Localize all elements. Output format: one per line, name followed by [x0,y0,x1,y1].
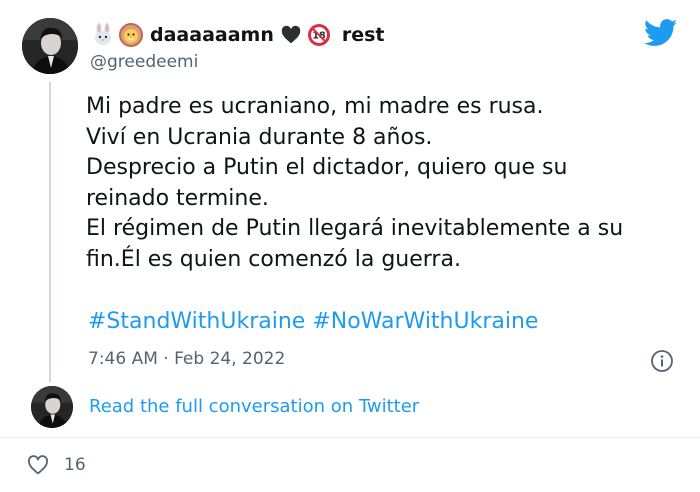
lion-face-icon [118,22,144,48]
no-one-under-eighteen-icon: 18 [306,22,332,48]
hashtags: #StandWithUkraine #NoWarWithUkraine [88,309,538,334]
black-heart-icon [278,22,304,48]
tweet-line: fin.Él es quien comenzó la guerra. [86,246,461,272]
avatar-portrait [31,386,73,428]
tweet-timestamp[interactable]: 7:46 AM · Feb 24, 2022 [88,349,285,369]
tweet-text: Mi padre es ucraniano, mi madre es rusa.… [86,92,686,275]
tweet-line: reinado termine. [86,185,269,211]
tweet-card: daaaaaamn 18 rest @greedeemi Mi padre es… [0,0,700,492]
reply-avatar[interactable] [31,386,73,428]
divider [0,437,700,438]
avatar-portrait [22,18,78,74]
tweet-line: Mi padre es ucraniano, mi madre es rusa. [86,94,544,119]
like-count: 16 [64,455,86,475]
author-avatar[interactable] [22,18,78,74]
rabbit-face-icon [90,22,116,48]
display-name[interactable]: daaaaaamn 18 rest [90,22,385,48]
twitter-bird-icon[interactable] [643,19,678,47]
author-handle[interactable]: @greedeemi [90,52,198,72]
display-name-tail: rest [341,24,385,46]
tweet-line: El régimen de Putin llegará inevitableme… [86,216,624,241]
heart-icon[interactable] [26,453,50,477]
tweet-line: Viví en Ucrania durante 8 años. [86,124,433,150]
thread-line [49,82,51,382]
hashtag-link[interactable]: #NoWarWithUkraine [312,309,538,334]
tweet-line: Desprecio a Putin el dictador, quiero qu… [86,155,568,180]
hashtag-link[interactable]: #StandWithUkraine [88,309,305,334]
read-conversation-link[interactable]: Read the full conversation on Twitter [89,396,419,417]
info-icon[interactable] [650,349,674,373]
display-name-text: daaaaaamn [150,24,274,46]
